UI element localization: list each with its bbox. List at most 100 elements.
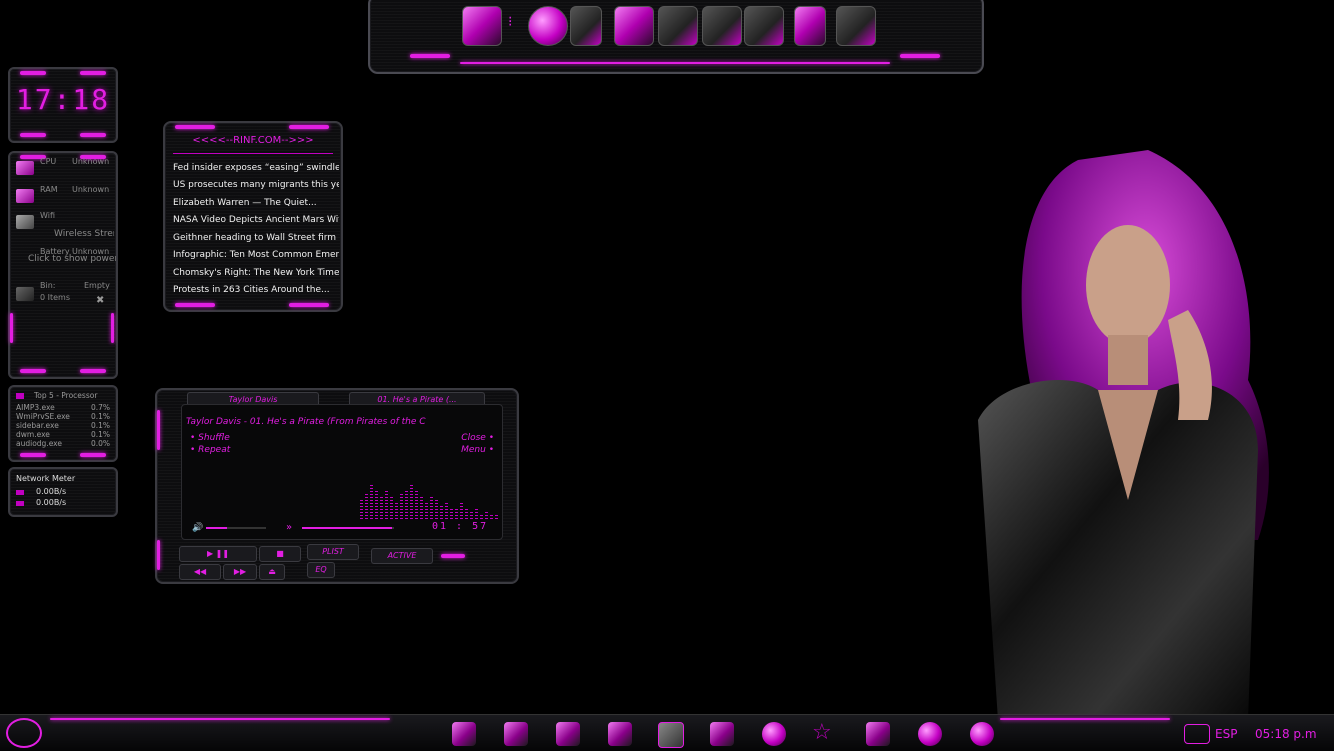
previous-button[interactable]: ◀◀ xyxy=(179,564,221,580)
network-title: Network Meter xyxy=(16,474,76,483)
spectrum-bar xyxy=(385,491,388,519)
rss-item[interactable]: Protests in 263 Cities Around the... xyxy=(173,285,339,295)
spectrum-bar xyxy=(455,509,458,519)
seek-icon: » xyxy=(286,522,293,533)
rss-item[interactable]: NASA Video Depicts Ancient Mars Wit... xyxy=(173,215,339,225)
spectrum-bar xyxy=(415,491,418,519)
network-meter-gadget: Network Meter 0.00B/s 0.00B/s xyxy=(8,467,118,517)
rss-item[interactable]: Fed insider exposes “easing” swindle xyxy=(173,163,339,173)
taskbar-disc-icon[interactable] xyxy=(918,722,942,746)
orb-icon[interactable] xyxy=(528,6,568,46)
printer-icon[interactable] xyxy=(836,6,876,46)
panel-accent xyxy=(20,369,46,373)
control-panel-icon[interactable] xyxy=(658,6,698,46)
taskbar-document-icon[interactable] xyxy=(866,722,890,746)
rss-item[interactable]: Chomsky's Right: The New York Time... xyxy=(173,268,339,278)
panel-accent xyxy=(20,453,46,457)
spectrum-bar xyxy=(490,513,493,519)
shuffle-option[interactable]: • Shuffle xyxy=(190,433,230,443)
volume-icon[interactable]: 🔊 xyxy=(192,523,203,533)
panel-accent xyxy=(157,540,160,570)
clock-accent xyxy=(20,71,46,75)
spectrum-bar xyxy=(395,501,398,519)
tray-network-icon[interactable] xyxy=(1184,724,1210,744)
wifi-status: Wireless Strength xyxy=(54,229,114,239)
folders-icon[interactable] xyxy=(614,6,654,46)
clock-time: 17:18 xyxy=(15,83,111,116)
panel-accent xyxy=(80,453,106,457)
spectrum-bar xyxy=(370,485,373,519)
stop-button[interactable]: ■ xyxy=(259,546,301,562)
empty-bin-icon[interactable]: ✖ xyxy=(96,295,104,306)
bin-items: 0 Items xyxy=(40,293,71,302)
rss-title[interactable]: <<<<--RINF.COM-->>> xyxy=(165,135,341,146)
rss-item[interactable]: Geithner heading to Wall Street firm xyxy=(173,233,339,243)
spectrum-bar xyxy=(445,501,448,519)
taskbar-accent xyxy=(50,718,390,720)
spectrum-bar xyxy=(475,509,478,519)
playlist-button[interactable]: PLIST xyxy=(307,544,359,560)
taskbar-orb-icon[interactable] xyxy=(970,722,994,746)
taskbar-star-icon[interactable]: ☆ xyxy=(812,720,832,745)
eject-button[interactable]: ⏏ xyxy=(259,564,285,580)
devices-icon[interactable] xyxy=(702,6,742,46)
volume-slider[interactable] xyxy=(206,527,266,529)
computer-icon[interactable] xyxy=(462,6,502,46)
start-orb-icon[interactable] xyxy=(6,718,42,748)
divider xyxy=(173,153,333,154)
taskbar-box-icon[interactable] xyxy=(504,722,528,746)
taskbar-app-icon[interactable] xyxy=(608,722,632,746)
language-indicator[interactable]: ESP xyxy=(1215,727,1237,741)
panel-accent xyxy=(289,303,329,307)
close-option[interactable]: Close • xyxy=(461,433,494,443)
cpu-label: CPU xyxy=(40,157,57,166)
processor-icon xyxy=(16,393,24,399)
taskbar-accent xyxy=(1000,718,1170,720)
top-dock: ⁝ xyxy=(368,0,984,74)
hdd-icon[interactable] xyxy=(744,6,784,46)
repeat-option[interactable]: • Repeat xyxy=(190,445,230,455)
media-player: Taylor Davis 01. He's a Pirate (... Tayl… xyxy=(155,388,519,584)
panel-accent xyxy=(10,313,13,343)
spectrum-bar xyxy=(380,495,383,519)
time-display: 01 : 57 xyxy=(432,521,489,532)
separator-icon: ⁝ xyxy=(508,14,513,30)
taskbar-download-icon[interactable] xyxy=(452,722,476,746)
panel-accent xyxy=(441,554,465,558)
active-button[interactable]: ACTIVE xyxy=(371,548,433,564)
process-row: dwm.exe 0.1% xyxy=(16,430,110,439)
taskbar-media-player-icon[interactable] xyxy=(658,722,684,748)
ram-icon xyxy=(16,189,34,203)
document-icon[interactable] xyxy=(794,6,826,46)
recycle-bin-icon[interactable] xyxy=(16,287,34,301)
progress-bar[interactable] xyxy=(302,527,394,529)
process-row: audiodg.exe 0.0% xyxy=(16,439,110,448)
spectrum-visualizer xyxy=(360,479,500,519)
taskbar-clock[interactable]: 05:18 p.m xyxy=(1255,727,1317,741)
rss-item[interactable]: US prosecutes many migrants this year xyxy=(173,180,339,190)
download-icon[interactable] xyxy=(570,6,602,46)
menu-option[interactable]: Menu • xyxy=(461,445,494,455)
rss-item[interactable]: Elizabeth Warren — The Quiet... xyxy=(173,198,339,208)
rss-item[interactable]: Infographic: Ten Most Common Emer... xyxy=(173,250,339,260)
clock-gadget: 17:18 xyxy=(8,67,118,143)
next-button[interactable]: ▶▶ xyxy=(223,564,257,580)
equalizer-button[interactable]: EQ xyxy=(307,562,335,578)
power-hint[interactable]: Click to show power settings xyxy=(28,254,116,264)
dock-accent xyxy=(900,54,940,58)
play-pause-button[interactable]: ▶ ❚❚ xyxy=(179,546,257,562)
system-gadget: CPU Unknown RAM Unknown Wifi Wireless St… xyxy=(8,151,118,379)
taskbar-control-icon[interactable] xyxy=(710,722,734,746)
panel-accent xyxy=(175,125,215,129)
panel-accent xyxy=(175,303,215,307)
cpu-value: Unknown xyxy=(72,157,110,166)
network-down: 0.00B/s xyxy=(36,487,67,496)
spectrum-bar xyxy=(430,495,433,519)
taskbar-globe-icon[interactable] xyxy=(762,722,786,746)
bin-value: Empty xyxy=(84,281,110,290)
spectrum-bar xyxy=(435,499,438,519)
panel-accent xyxy=(157,410,160,450)
taskbar-film-icon[interactable] xyxy=(556,722,580,746)
spectrum-bar xyxy=(410,483,413,519)
spectrum-bar xyxy=(440,505,443,519)
